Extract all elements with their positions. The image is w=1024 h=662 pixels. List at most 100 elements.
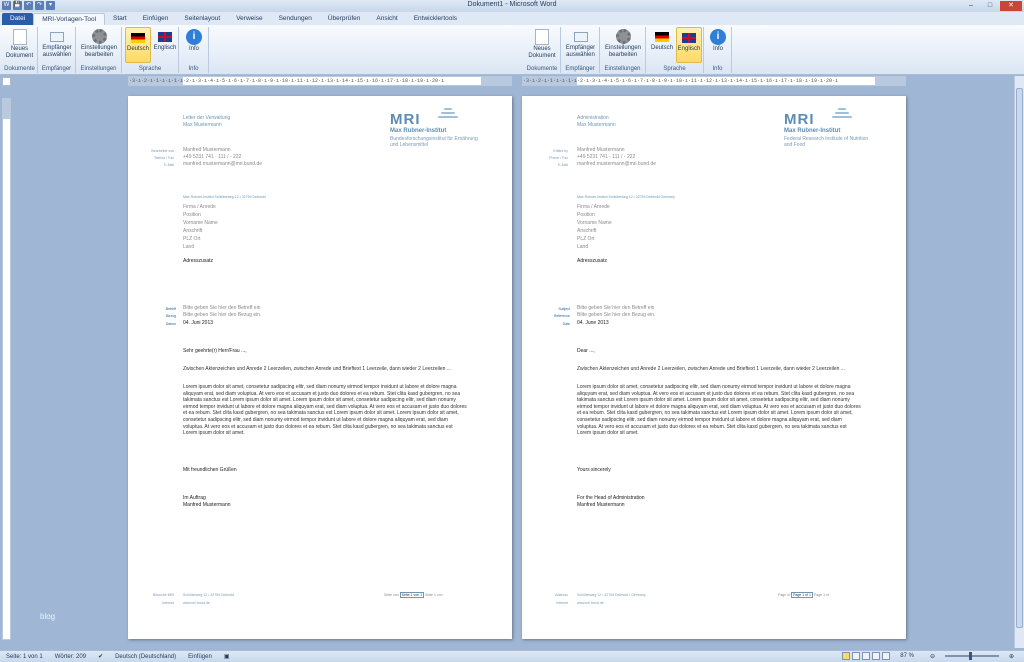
subject-field[interactable]: Bitte geben Sie hier den Betreff ein	[577, 305, 654, 312]
group-recipient-2: Empfänger auswählen Empfänger	[561, 27, 600, 73]
maximize-icon[interactable]: □	[981, 1, 999, 11]
zoom-slider[interactable]	[944, 652, 999, 660]
status-mode[interactable]: Einfügen	[182, 654, 218, 660]
edit-settings-button[interactable]: Einstellungen bearbeiten	[78, 27, 120, 63]
recipient-line[interactable]: PLZ Ort	[183, 236, 201, 243]
recipient-line[interactable]: PLZ Ort	[577, 236, 595, 243]
page-german[interactable]: Leiter der Verwaltung Max Mustermann MRI…	[128, 96, 512, 639]
zoom-in-icon[interactable]: ⊕	[1003, 653, 1020, 660]
signoff-line-1[interactable]: Im Auftrag	[183, 495, 206, 502]
signoff-line-1[interactable]: For the Head of Administration	[577, 495, 645, 502]
info-button-2[interactable]: i Info	[706, 27, 730, 63]
group-info-2: i Info Info	[704, 27, 732, 73]
german-flag-icon	[131, 33, 145, 43]
ribbon: Neues Dokument Dokumente Empfänger auswä…	[0, 25, 1024, 75]
reference-field[interactable]: Bitte geben Sie hier den Bezug ein.	[577, 312, 655, 319]
tab-developer[interactable]: Entwicklertools	[406, 13, 465, 25]
subject-field[interactable]: Bitte geben Sie hier den Betreff ein	[183, 305, 260, 312]
vertical-ruler[interactable]	[2, 98, 11, 640]
footer-web: www.mri.bund.de	[577, 601, 604, 605]
ribbon-tabs: Datei MRI-Vorlagen-Tool Start Einfügen S…	[0, 12, 1024, 33]
recipient-line[interactable]: Vorname Name	[183, 220, 218, 227]
group-documents: Neues Dokument Dokumente	[2, 27, 38, 73]
recipient-line[interactable]: Anschrift	[577, 228, 596, 235]
address-extra[interactable]: Adresszusatz	[577, 258, 607, 265]
address-extra[interactable]: Adresszusatz	[183, 258, 213, 265]
recipient-line[interactable]: Anschrift	[183, 228, 202, 235]
full-screen-icon[interactable]	[852, 652, 861, 660]
recipient-line[interactable]: Land	[577, 244, 588, 251]
logo-institute-name: Max Rubner-Institut	[390, 128, 447, 134]
vertical-scrollbar[interactable]	[1014, 76, 1024, 648]
contact-phone: +49 5231 741 - 111 / - 222	[577, 154, 636, 160]
group-settings: Einstellungen bearbeiten Einstellungen	[76, 27, 122, 73]
english-button-2[interactable]: Englisch	[676, 27, 702, 63]
recipient-line[interactable]: Firma / Anrede	[577, 204, 610, 211]
body-text[interactable]: Lorem ipsum dolor sit amet, consetetur s…	[183, 384, 468, 437]
status-words[interactable]: Wörter: 209	[49, 654, 92, 660]
new-document-button-2[interactable]: Neues Dokument	[525, 27, 559, 63]
reference-field[interactable]: Bitte geben Sie hier den Bezug ein.	[183, 312, 261, 319]
recipient-line[interactable]: Position	[183, 212, 201, 219]
select-recipient-button-2[interactable]: Empfänger auswählen	[562, 27, 599, 63]
signoff-line-2[interactable]: Manfred Mustermann	[577, 502, 625, 509]
tab-review[interactable]: Überprüfen	[320, 13, 369, 25]
edit-settings-button-2[interactable]: Einstellungen bearbeiten	[602, 27, 644, 63]
draft-icon[interactable]	[882, 652, 891, 660]
date-field[interactable]: 04. June 2013	[577, 320, 609, 327]
footer-web: www.mri.bund.de	[183, 601, 210, 605]
minimize-icon[interactable]: –	[962, 1, 980, 11]
scroll-thumb[interactable]	[1016, 88, 1023, 628]
contact-phone: +49 5231 741 - 111 / - 222	[183, 154, 242, 160]
logo-mri: MRI	[784, 111, 815, 128]
closing[interactable]: Yours sincerely	[577, 467, 611, 474]
english-button[interactable]: Englisch	[152, 27, 178, 63]
info-icon: i	[710, 29, 726, 45]
german-button[interactable]: Deutsch	[125, 27, 151, 63]
tab-stop-selector[interactable]	[2, 77, 11, 86]
print-layout-icon[interactable]	[842, 652, 851, 660]
closing[interactable]: Mit freundlichen Grüßen	[183, 467, 237, 474]
outline-icon[interactable]	[872, 652, 881, 660]
recipient-line[interactable]: Position	[577, 212, 595, 219]
recipient-line[interactable]: Firma / Anrede	[183, 204, 216, 211]
salutation[interactable]: Sehr geehrte(r) Herr/Frau ...,	[183, 348, 247, 355]
web-layout-icon[interactable]	[862, 652, 871, 660]
horizontal-ruler[interactable]: ·3·ı·2·ı·1·ı·ı·1·ı·2·ı·3·ı·4·ı·5·ı·6·ı·7…	[128, 76, 512, 86]
tab-mailings[interactable]: Sendungen	[271, 13, 320, 25]
info-button[interactable]: i Info	[182, 27, 206, 63]
tab-view[interactable]: Ansicht	[368, 13, 405, 25]
zoom-slider-thumb[interactable]	[968, 652, 972, 660]
intro-text[interactable]: Zwischen Aktenzeichen und Anrede 2 Leerz…	[183, 366, 468, 373]
page-english[interactable]: Administration Max Mustermann MRI Max Ru…	[522, 96, 906, 639]
salutation[interactable]: Dear ...,	[577, 348, 595, 355]
date-field[interactable]: 04. Juni 2013	[183, 320, 213, 327]
tab-mri-templates[interactable]: MRI-Vorlagen-Tool	[33, 13, 106, 25]
status-language[interactable]: Deutsch (Deutschland)	[109, 654, 182, 660]
intro-text[interactable]: Zwischen Aktenzeichen und Anrede 2 Leerz…	[577, 366, 862, 373]
german-button-2[interactable]: Deutsch	[649, 27, 675, 63]
tab-insert[interactable]: Einfügen	[135, 13, 177, 25]
horizontal-ruler-2[interactable]: ·3·ı·2·ı·1·ı·ı·1·ı·2·ı·3·ı·4·ı·5·ı·6·ı·7…	[522, 76, 906, 86]
zoom-out-icon[interactable]: ⊖	[924, 653, 941, 660]
contact-name: Manfred Mustermann	[577, 147, 625, 153]
body-text[interactable]: Lorem ipsum dolor sit amet, consetetur s…	[577, 384, 862, 437]
tab-page-layout[interactable]: Seitenlayout	[176, 13, 228, 25]
spellcheck-icon[interactable]: ✔	[92, 653, 109, 660]
close-icon[interactable]: ✕	[1000, 1, 1022, 11]
tab-references[interactable]: Verweise	[228, 13, 270, 25]
recipient-line[interactable]: Vorname Name	[577, 220, 612, 227]
new-document-button[interactable]: Neues Dokument	[3, 27, 36, 63]
select-recipient-button[interactable]: Empfänger auswählen	[39, 27, 75, 63]
zoom-level[interactable]: 87 %	[894, 653, 920, 659]
ruler-margin-top	[3, 99, 10, 119]
sender-name: Max Mustermann	[183, 122, 222, 128]
status-page[interactable]: Seite: 1 von 1	[0, 654, 49, 660]
macro-record-icon[interactable]: ▣	[218, 653, 236, 660]
sender-title: Administration	[577, 115, 609, 121]
recipient-line[interactable]: Land	[183, 244, 194, 251]
page-number: Page of Page 1 of 1 Page 1 of	[778, 592, 829, 598]
tab-start[interactable]: Start	[105, 13, 135, 25]
signoff-line-2[interactable]: Manfred Mustermann	[183, 502, 231, 509]
tab-file[interactable]: Datei	[2, 13, 34, 25]
